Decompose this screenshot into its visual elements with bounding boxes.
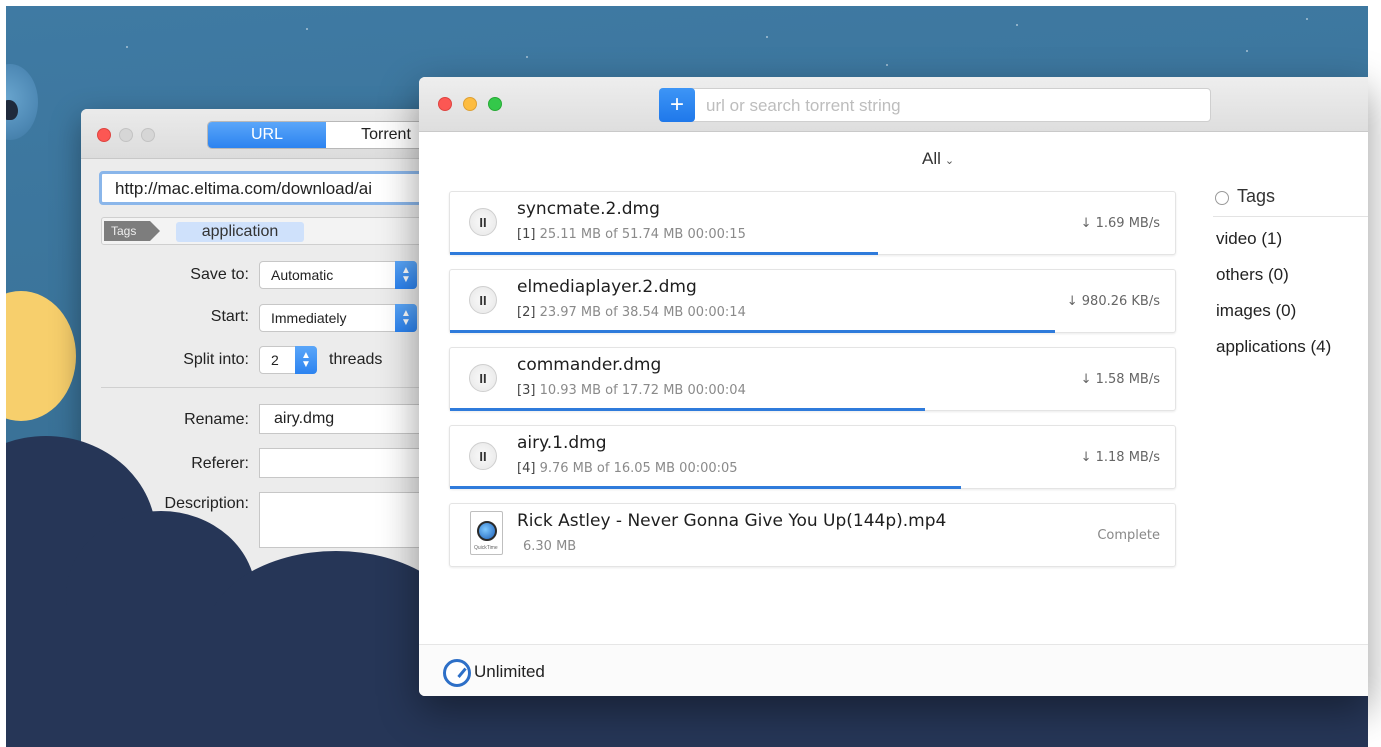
download-item[interactable]: II elmediaplayer.2.dmg [2] 23.97 MB of 3… bbox=[449, 269, 1176, 333]
tag-item-images[interactable]: images (0) bbox=[1213, 289, 1368, 325]
tag-item-video[interactable]: video (1) bbox=[1213, 217, 1368, 253]
download-progress-text: 23.97 MB of 38.54 MB 00:00:14 bbox=[539, 305, 746, 320]
split-value: 2 bbox=[271, 352, 279, 368]
source-segmented-control: URL Torrent bbox=[207, 121, 447, 149]
close-button[interactable] bbox=[97, 128, 111, 142]
downloads-main-window: + All⌄ II syncmate.2.dmg [1] 25.11 MB of… bbox=[419, 77, 1368, 696]
download-status: Complete bbox=[1097, 528, 1160, 543]
download-speed: ↓ 1.58 MB/s bbox=[1080, 372, 1160, 387]
download-meta: [1] 25.11 MB of 51.74 MB 00:00:15 bbox=[517, 227, 746, 242]
start-select[interactable]: Immediately ▲ ▼ bbox=[259, 304, 417, 332]
download-name: airy.1.dmg bbox=[517, 433, 607, 453]
pause-icon[interactable]: II bbox=[469, 364, 497, 392]
download-index: [4] bbox=[517, 461, 536, 476]
progress-bar bbox=[450, 408, 925, 411]
tag-chip-application[interactable]: application bbox=[176, 222, 304, 242]
download-item[interactable]: II airy.1.dmg [4] 9.76 MB of 16.05 MB 00… bbox=[449, 425, 1176, 489]
add-window-titlebar: URL Torrent bbox=[81, 109, 461, 159]
download-index: [1] bbox=[517, 227, 536, 242]
download-meta: [3] 10.93 MB of 17.72 MB 00:00:04 bbox=[517, 383, 746, 398]
download-index: [2] bbox=[517, 305, 536, 320]
tags-title: Tags bbox=[1237, 186, 1276, 206]
tag-item-applications[interactable]: applications (4) bbox=[1213, 325, 1368, 361]
search-bar: + bbox=[659, 88, 1211, 122]
download-name: Rick Astley - Never Gonna Give You Up(14… bbox=[517, 511, 947, 531]
download-name: syncmate.2.dmg bbox=[517, 199, 660, 219]
progress-bar bbox=[450, 330, 1056, 333]
form-divider bbox=[101, 387, 461, 388]
save-to-select[interactable]: Automatic ▲ ▼ bbox=[259, 261, 417, 289]
stepper-arrows-icon: ▲ ▼ bbox=[295, 346, 317, 374]
download-name: elmediaplayer.2.dmg bbox=[517, 277, 697, 297]
url-input[interactable]: http://mac.eltima.com/download/ai bbox=[99, 171, 461, 205]
quicktime-file-icon: QuickTime bbox=[470, 511, 503, 555]
speedometer-icon[interactable] bbox=[443, 659, 471, 687]
rename-label: Rename: bbox=[184, 411, 249, 428]
tags-label: Tags bbox=[104, 221, 160, 241]
download-size: 6.30 MB bbox=[523, 539, 577, 554]
threads-suffix: threads bbox=[329, 351, 383, 368]
filter-dropdown[interactable]: All ⌄ bbox=[922, 149, 954, 169]
status-bar: Unlimited bbox=[419, 644, 1368, 696]
pause-icon[interactable]: II bbox=[469, 286, 497, 314]
speed-limit-label[interactable]: Unlimited bbox=[474, 662, 545, 682]
select-arrows-icon: ▲ ▼ bbox=[395, 261, 417, 289]
pause-icon[interactable]: II bbox=[469, 208, 497, 236]
download-name: commander.dmg bbox=[517, 355, 662, 375]
zoom-button[interactable] bbox=[141, 128, 155, 142]
tags-field[interactable]: Tags application bbox=[101, 217, 461, 245]
tags-sidebar: Tags video (1) others (0) images (0) app… bbox=[1213, 181, 1368, 361]
download-speed: ↓ 1.18 MB/s bbox=[1080, 450, 1160, 465]
zoom-button[interactable] bbox=[488, 97, 502, 111]
tag-item-others[interactable]: others (0) bbox=[1213, 253, 1368, 289]
minimize-button[interactable] bbox=[463, 97, 477, 111]
filter-label: All bbox=[922, 149, 941, 168]
minimize-button[interactable] bbox=[119, 128, 133, 142]
progress-bar bbox=[450, 486, 962, 489]
split-label: Split into: bbox=[183, 351, 249, 368]
tag-ring-icon bbox=[1215, 191, 1229, 205]
downloads-list: II syncmate.2.dmg [1] 25.11 MB of 51.74 … bbox=[449, 191, 1176, 581]
download-progress-text: 25.11 MB of 51.74 MB 00:00:15 bbox=[539, 227, 746, 242]
download-item-complete[interactable]: QuickTime Rick Astley - Never Gonna Give… bbox=[449, 503, 1176, 567]
download-index: [3] bbox=[517, 383, 536, 398]
download-progress-text: 9.76 MB of 16.05 MB 00:00:05 bbox=[539, 461, 738, 476]
chevron-down-icon: ⌄ bbox=[944, 155, 955, 167]
close-button[interactable] bbox=[438, 97, 452, 111]
start-value: Immediately bbox=[271, 310, 347, 326]
download-speed: ↓ 1.69 MB/s bbox=[1080, 216, 1160, 231]
download-meta: [4] 9.76 MB of 16.05 MB 00:00:05 bbox=[517, 461, 738, 476]
search-input[interactable] bbox=[706, 95, 1196, 117]
referer-label: Referer: bbox=[191, 455, 249, 472]
start-label: Start: bbox=[210, 308, 249, 325]
save-to-value: Automatic bbox=[271, 267, 334, 283]
split-threads-stepper[interactable]: 2 ▲ ▼ bbox=[259, 346, 317, 374]
tab-url[interactable]: URL bbox=[208, 122, 326, 148]
add-download-button[interactable]: + bbox=[659, 88, 695, 122]
select-arrows-icon: ▲ ▼ bbox=[395, 304, 417, 332]
download-progress-text: 10.93 MB of 17.72 MB 00:00:04 bbox=[539, 383, 746, 398]
pause-icon[interactable]: II bbox=[469, 442, 497, 470]
download-item[interactable]: II syncmate.2.dmg [1] 25.11 MB of 51.74 … bbox=[449, 191, 1176, 255]
download-item[interactable]: II commander.dmg [3] 10.93 MB of 17.72 M… bbox=[449, 347, 1176, 411]
progress-bar bbox=[450, 252, 878, 255]
save-to-label: Save to: bbox=[190, 266, 249, 283]
download-meta: [2] 23.97 MB of 38.54 MB 00:00:14 bbox=[517, 305, 746, 320]
tags-header[interactable]: Tags bbox=[1213, 181, 1368, 217]
main-toolbar: + bbox=[419, 77, 1368, 132]
download-speed: ↓ 980.26 KB/s bbox=[1066, 294, 1160, 309]
